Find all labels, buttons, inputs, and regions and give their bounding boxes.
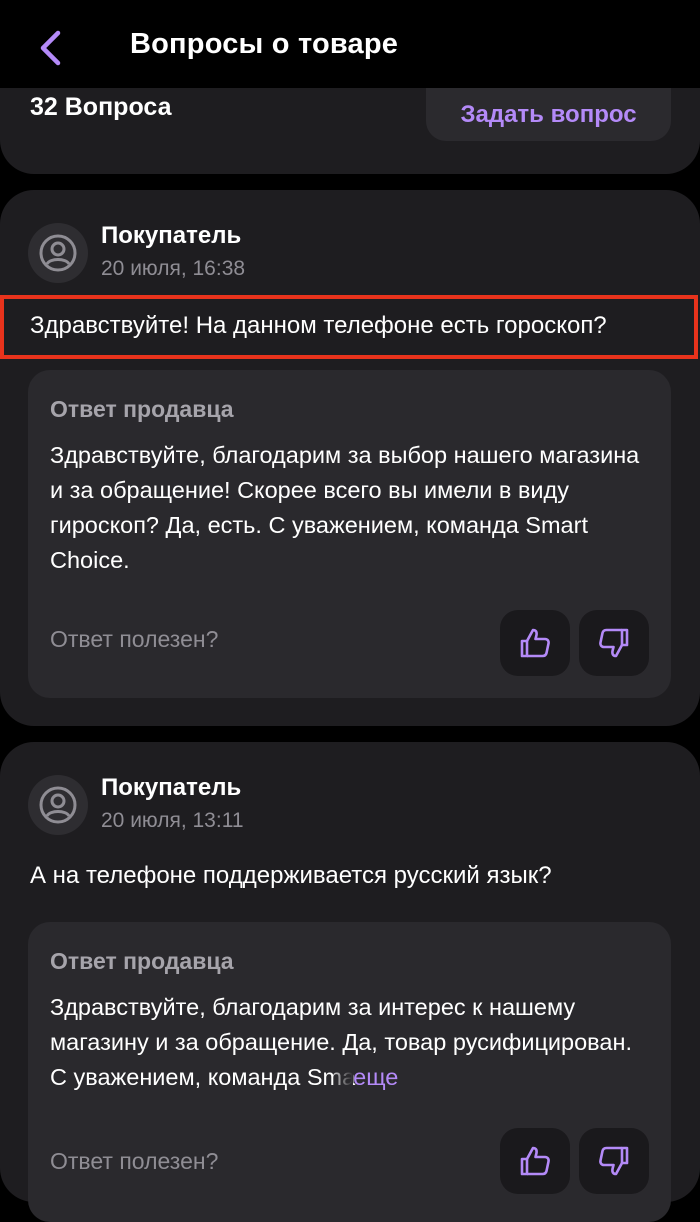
question-text: Здравствуйте! На данном телефоне есть го… [30, 312, 607, 339]
text-fade [333, 1065, 354, 1092]
thumbs-up-icon [520, 1146, 550, 1176]
avatar [28, 775, 88, 835]
more-link[interactable]: еще [353, 1064, 398, 1090]
like-button[interactable] [500, 610, 570, 676]
back-button[interactable] [28, 26, 72, 70]
author-name: Покупатель [101, 774, 242, 801]
thumbs-down-icon [599, 628, 629, 658]
thumbs-down-icon [599, 1146, 629, 1176]
seller-answer: Ответ продавца Здравствуйте, благодарим … [28, 370, 671, 698]
question-text: А на телефоне поддерживается русский язы… [30, 862, 552, 889]
author-name: Покупатель [101, 222, 242, 249]
like-button[interactable] [500, 1128, 570, 1194]
question-date: 20 июля, 13:11 [101, 809, 244, 832]
thumbs-up-icon [520, 628, 550, 658]
avatar [28, 223, 88, 283]
chevron-left-icon [40, 30, 61, 66]
answer-text-container: Здравствуйте, благодарим за интерес к на… [50, 990, 655, 1095]
header: Вопросы о товаре [0, 0, 700, 95]
answer-label: Ответ продавца [50, 948, 234, 974]
user-circle-icon [39, 786, 77, 824]
ask-question-button[interactable]: Задать вопрос [426, 88, 671, 141]
seller-answer: Ответ продавца Здравствуйте, благодарим … [28, 922, 671, 1222]
questions-count: 32 Вопроса [30, 93, 172, 121]
page-title: Вопросы о товаре [130, 28, 399, 60]
dislike-button[interactable] [579, 610, 649, 676]
questions-summary: 32 Вопроса Задать вопрос [0, 88, 700, 174]
helpful-label: Ответ полезен? [50, 1148, 219, 1174]
user-circle-icon [39, 234, 77, 272]
helpful-label: Ответ полезен? [50, 626, 219, 652]
dislike-button[interactable] [579, 1128, 649, 1194]
question-card: Покупатель 20 июля, 16:38 Здравствуйте! … [0, 190, 700, 726]
answer-text: Здравствуйте, благодарим за выбор нашего… [50, 442, 640, 573]
question-card: Покупатель 20 июля, 13:11 А на телефоне … [0, 742, 700, 1222]
answer-label: Ответ продавца [50, 396, 234, 422]
question-date: 20 июля, 16:38 [101, 257, 246, 280]
